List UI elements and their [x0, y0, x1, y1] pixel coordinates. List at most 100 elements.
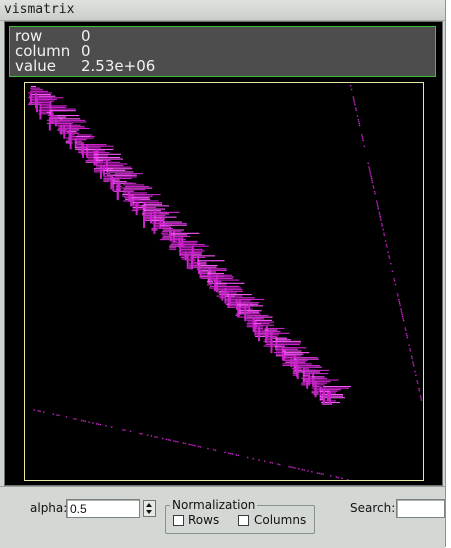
matrix-entry-col: [295, 361, 298, 377]
off-diagonal-entry: [354, 103, 356, 106]
matrix-entry-row: [78, 137, 89, 139]
matrix-entry-row: [133, 194, 161, 196]
off-diagonal-entry: [99, 423, 102, 426]
matrix-entry-row: [169, 237, 180, 239]
off-diagonal-entry: [129, 430, 132, 433]
matrix-entry-row: [247, 310, 262, 312]
matrix-entry-row: [93, 153, 121, 155]
spin-up-icon[interactable]: [146, 503, 152, 507]
matrix-entry-row: [125, 182, 137, 184]
matrix-entry-row: [188, 250, 203, 252]
off-diagonal-entry: [335, 476, 338, 478]
matrix-entry-col: [128, 191, 131, 202]
matrix-entry-col: [252, 316, 255, 333]
matrix-entry-row: [218, 285, 240, 288]
off-diagonal-entry: [373, 191, 376, 193]
matrix-entry-row: [37, 97, 64, 99]
off-diagonal-entry: [416, 380, 418, 382]
normalization-label: Normalization: [170, 498, 258, 512]
sparsity-pattern: [28, 85, 423, 480]
matrix-entry-row: [235, 306, 249, 309]
matrix-plot[interactable]: [24, 82, 424, 481]
rows-checkbox-label[interactable]: Rows: [188, 513, 219, 527]
off-diagonal-entry: [352, 96, 354, 98]
off-diagonal-entry: [224, 451, 226, 454]
matrix-entry-row: [141, 205, 170, 207]
off-diagonal-entry: [388, 257, 391, 259]
off-diagonal-entry: [228, 452, 230, 454]
matrix-entry-col: [159, 218, 162, 229]
matrix-entry-row: [106, 166, 132, 168]
off-diagonal-entry: [377, 206, 379, 208]
matrix-entry-row: [265, 332, 290, 334]
matrix-entry-row: [31, 86, 36, 88]
columns-checkbox[interactable]: [238, 515, 249, 526]
off-diagonal-entry: [383, 234, 386, 236]
window-title: vismatrix: [4, 2, 75, 17]
off-diagonal-entry: [150, 435, 153, 437]
off-diagonal-entry: [353, 100, 355, 102]
matrix-entry-row: [86, 144, 107, 146]
matrix-entry-row: [66, 129, 72, 131]
matrix-entry-row: [94, 163, 103, 165]
matrix-entry-row: [254, 321, 275, 323]
alpha-spinner[interactable]: [143, 500, 156, 517]
matrix-entry-col: [228, 294, 231, 306]
matrix-entry-row: [254, 326, 264, 328]
matrix-entry-row: [275, 344, 300, 346]
matrix-entry-row: [123, 189, 146, 191]
matrix-entry-row: [206, 281, 213, 283]
off-diagonal-entry: [358, 124, 361, 127]
matrix-entry-row: [76, 135, 91, 138]
off-diagonal-entry: [398, 300, 400, 303]
matrix-entry-row: [225, 290, 243, 292]
off-diagonal-entry: [303, 469, 305, 471]
off-diagonal-entry: [39, 410, 41, 412]
search-input[interactable]: [396, 499, 445, 518]
matrix-entry-row: [106, 165, 124, 167]
matrix-entry-row: [207, 271, 216, 273]
matrix-entry-row: [237, 303, 259, 305]
off-diagonal-entry: [337, 476, 339, 479]
columns-checkbox-label[interactable]: Columns: [254, 513, 306, 527]
matrix-entry-row: [58, 123, 69, 125]
matrix-entry-row: [238, 298, 265, 301]
off-diagonal-entry: [396, 293, 399, 295]
matrix-entry-row: [189, 253, 195, 255]
off-diagonal-entry: [379, 217, 382, 219]
matrix-entry-row: [143, 202, 163, 204]
off-diagonal-entry: [322, 473, 324, 475]
off-diagonal-entry: [400, 310, 403, 312]
off-diagonal-entry: [386, 245, 388, 248]
off-diagonal-entry: [141, 433, 143, 435]
matrix-entry-row: [169, 248, 177, 250]
matrix-entry-row: [171, 232, 200, 234]
alpha-input[interactable]: [66, 499, 140, 518]
cell-info-panel: row 0 column 0 value 2.53e+06: [9, 26, 436, 77]
off-diagonal-entry: [184, 442, 187, 445]
matrix-entry-col: [221, 289, 224, 301]
matrix-entry-col: [39, 109, 42, 120]
matrix-entry-row: [132, 198, 140, 200]
off-diagonal-entry: [402, 317, 404, 320]
matrix-entry-row: [95, 160, 103, 162]
off-diagonal-entry: [412, 361, 414, 363]
matrix-entry-row: [78, 139, 87, 141]
off-diagonal-entry: [381, 223, 383, 225]
off-diagonal-entry: [367, 162, 369, 165]
off-diagonal-entry: [401, 316, 404, 318]
matrix-entry-row: [46, 105, 67, 107]
alpha-label: alpha:: [30, 501, 68, 515]
matrix-entry-col: [323, 390, 325, 403]
matrix-entry-row: [180, 242, 195, 244]
matrix-entry-row: [247, 311, 253, 313]
matrix-entry-col: [327, 391, 329, 401]
matrix-entry-row: [310, 379, 339, 381]
off-diagonal-entry: [378, 211, 380, 214]
spin-down-icon[interactable]: [146, 510, 152, 514]
title-bar[interactable]: vismatrix: [0, 0, 445, 21]
rows-checkbox[interactable]: [173, 515, 184, 526]
matrix-entry-row: [113, 181, 127, 183]
off-diagonal-entry: [404, 329, 407, 331]
off-diagonal-entry: [411, 357, 413, 360]
